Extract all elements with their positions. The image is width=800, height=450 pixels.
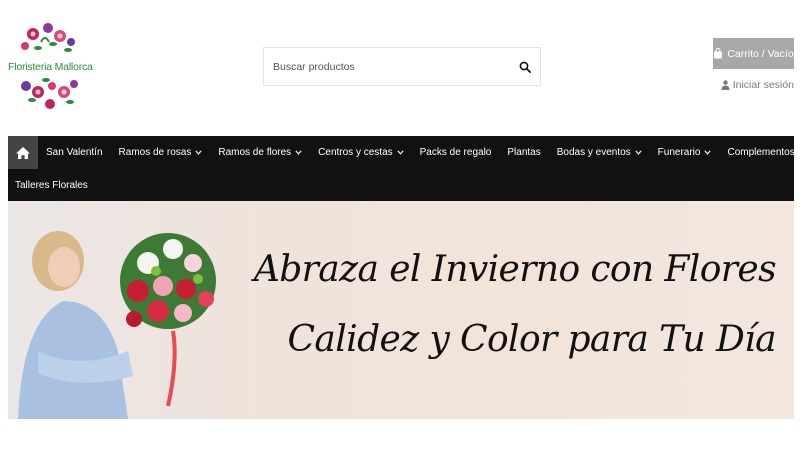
login-label: Iniciar sesión — [732, 79, 794, 91]
nav-item-label: Funerario — [657, 147, 701, 158]
nav-item-packs-de-regalo[interactable]: Packs de regalo — [412, 136, 500, 169]
chevron-down-icon — [704, 148, 712, 157]
home-button[interactable] — [8, 136, 38, 169]
logo-text: Floristeria Mallorca — [8, 61, 93, 73]
banner-subheadline: Calidez y Color para Tu Día — [287, 319, 776, 360]
nav-item-plantas[interactable]: Plantas — [499, 136, 548, 169]
search-input[interactable] — [264, 48, 510, 85]
nav-item-label: Plantas — [507, 147, 541, 158]
nav-item-label: San Valentín — [46, 147, 103, 158]
banner-photo — [18, 231, 216, 419]
chevron-down-icon — [195, 148, 202, 157]
shopping-bag-icon — [714, 48, 723, 59]
nav-item-label: Ramos de rosas — [118, 147, 192, 158]
cart-label: Carrito / Vacío — [727, 47, 794, 60]
search-box — [263, 47, 541, 86]
nav-item-bodas-y-eventos[interactable]: Bodas y eventos — [549, 136, 650, 169]
nav-item-centros-y-cestas[interactable]: Centros y cestas — [310, 136, 411, 169]
login-link[interactable]: Iniciar sesión — [721, 79, 794, 91]
main-nav: San Valentín Ramos de rosas Ramos de flore… — [8, 136, 800, 201]
chevron-down-icon — [635, 148, 642, 157]
hero-banner[interactable]: Abraza el Invierno con Flores Calidez y … — [8, 201, 794, 419]
search-button[interactable] — [510, 48, 540, 85]
home-icon — [16, 146, 30, 159]
nav-row-1: San Valentín Ramos de rosas Ramos de flore… — [8, 136, 800, 169]
nav-item-complementos[interactable]: Complementos — [719, 136, 800, 169]
nav-item-san-valentin[interactable]: San Valentín — [38, 136, 111, 169]
nav-item-label: Ramos de flores — [218, 147, 292, 158]
nav-item-label: Bodas y eventos — [556, 147, 631, 158]
banner-headline: Abraza el Invierno con Flores — [253, 249, 777, 290]
nav-item-ramos-de-flores[interactable]: Ramos de flores — [210, 136, 310, 169]
chevron-down-icon — [295, 148, 302, 157]
nav-item-talleres-florales[interactable]: Talleres Florales — [8, 174, 96, 196]
user-icon — [721, 80, 730, 90]
nav-item-funerario[interactable]: Funerario — [650, 136, 720, 169]
site-logo[interactable]: Floristeria Mallorca — [8, 16, 93, 112]
search-icon — [519, 61, 531, 73]
page: Floristeria Mallorca Carrito / Vacío Ini… — [0, 0, 800, 450]
nav-item-label: Complementos — [727, 147, 795, 158]
nav-item-label: Packs de regalo — [419, 147, 492, 158]
nav-row-2: Talleres Florales — [8, 174, 96, 196]
nav-item-ramos-de-rosas[interactable]: Ramos de rosas — [111, 136, 211, 169]
cart-button[interactable]: Carrito / Vacío — [713, 38, 794, 69]
nav-item-label: Centros y cestas — [318, 147, 393, 158]
nav-item-label: Talleres Florales — [15, 179, 88, 191]
chevron-down-icon — [396, 148, 404, 157]
